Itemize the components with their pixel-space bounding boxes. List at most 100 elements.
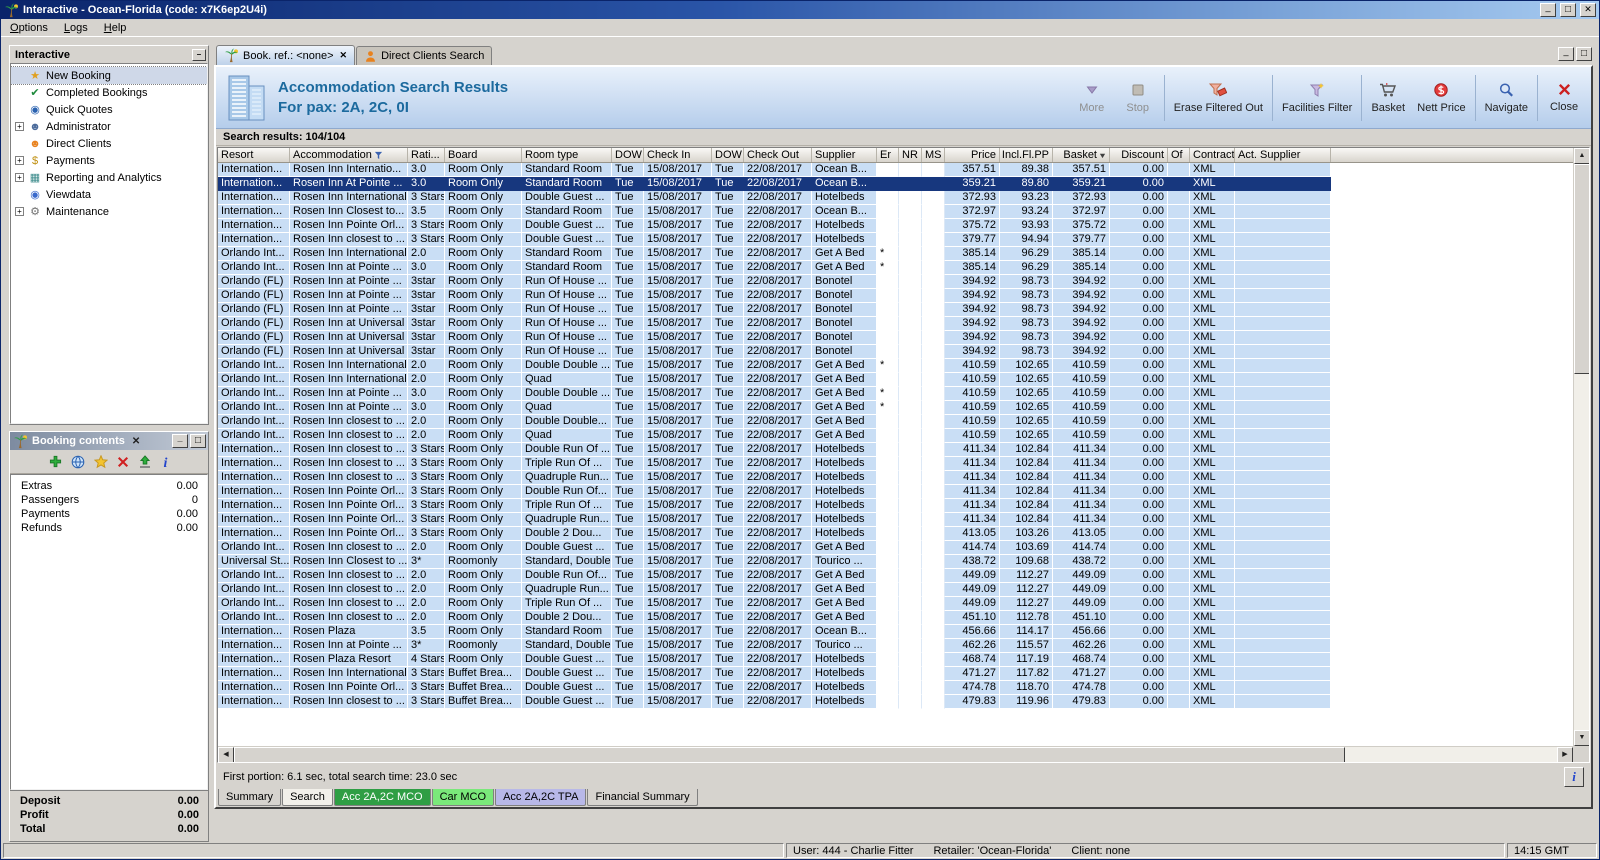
table-row[interactable]: Internation... Rosen Inn closest to ... 3 … <box>218 471 1573 485</box>
menu-help[interactable]: Help <box>96 20 135 36</box>
sort-arrow-icon[interactable] <box>1099 152 1106 159</box>
expand-plus-icon[interactable]: + <box>15 173 24 182</box>
column-header-price[interactable]: Price <box>945 148 1000 162</box>
menu-logs[interactable]: Logs <box>56 20 96 36</box>
table-row[interactable]: Internation... Rosen Inn closest to ... 3 … <box>218 695 1573 709</box>
sidebar-item-administrator[interactable]: + ☻ Administrator <box>11 118 207 135</box>
tab-close-icon[interactable]: ✕ <box>338 50 348 61</box>
table-row[interactable]: Orlando (FL) Rosen Inn at Pointe ... 3star… <box>218 289 1573 303</box>
column-header-nr[interactable]: NR <box>899 148 922 162</box>
mdi-restore-icon[interactable] <box>1576 47 1592 61</box>
table-row[interactable]: Orlando (FL) Rosen Inn at Universal 3star R… <box>218 331 1573 345</box>
bottom-tab-car-mco[interactable]: Car MCO <box>431 789 495 806</box>
info-icon[interactable]: i <box>161 455 170 469</box>
bottom-tab-search[interactable]: Search <box>282 789 333 806</box>
scroll-right-icon[interactable]: ▶ <box>1557 747 1573 762</box>
horizontal-scrollbar[interactable]: ◀ ▶ <box>218 746 1573 762</box>
toolbar-button-navigate[interactable]: Navigate <box>1479 71 1534 125</box>
vertical-scrollbar[interactable]: ▲ ▼ <box>1573 148 1589 746</box>
table-row[interactable]: Internation... Rosen Inn International 3 S… <box>218 667 1573 681</box>
sidebar-item-completed-bookings[interactable]: ✔ Completed Bookings <box>11 84 207 101</box>
toolbar-button-basket[interactable]: Basket <box>1365 71 1411 125</box>
table-row[interactable]: Internation... Rosen Inn closest to ... 3 … <box>218 457 1573 471</box>
table-row[interactable]: Orlando Int... Rosen Inn at Pointe ... 3.0… <box>218 387 1573 401</box>
table-row[interactable]: Internation... Rosen Inn Pointe Orl... 3 S… <box>218 681 1573 695</box>
toolbar-button-nett-price[interactable]: Nett Price <box>1411 71 1471 125</box>
bottom-tab-acc-2a-2c-tpa[interactable]: Acc 2A,2C TPA <box>495 789 587 806</box>
table-row[interactable]: Orlando Int... Rosen Inn at Pointe ... 3.0… <box>218 401 1573 415</box>
column-header-rating[interactable]: Rati... <box>408 148 445 162</box>
scroll-up-icon[interactable]: ▲ <box>1574 148 1589 164</box>
table-row[interactable]: Internation... Rosen Inn At Pointe ... 3.0… <box>218 177 1573 191</box>
table-row[interactable]: Orlando Int... Rosen Inn International 2.0… <box>218 247 1573 261</box>
table-row[interactable]: Orlando Int... Rosen Inn International 2.0… <box>218 359 1573 373</box>
expand-plus-icon[interactable]: + <box>15 122 24 131</box>
column-header-supplier[interactable]: Supplier <box>812 148 877 162</box>
minimize-icon[interactable] <box>1540 3 1556 17</box>
table-row[interactable]: Orlando Int... Rosen Inn at Pointe ... 3.0… <box>218 261 1573 275</box>
column-header-dow_out[interactable]: DOW <box>712 148 744 162</box>
extras-icon[interactable] <box>93 454 108 469</box>
table-row[interactable]: Orlando Int... Rosen Inn closest to ... 2.… <box>218 569 1573 583</box>
expand-plus-icon[interactable]: + <box>15 156 24 165</box>
table-row[interactable]: Orlando (FL) Rosen Inn at Pointe ... 3star… <box>218 303 1573 317</box>
column-header-board[interactable]: Board <box>445 148 522 162</box>
bottom-tab-acc-2a-2c-mco[interactable]: Acc 2A,2C MCO <box>333 789 431 806</box>
table-row[interactable]: Orlando Int... Rosen Inn closest to ... 2.… <box>218 541 1573 555</box>
sidebar-item-reporting-and-analytics[interactable]: + ▦ Reporting and Analytics <box>11 169 207 186</box>
table-row[interactable]: Internation... Rosen Inn Pointe Orl... 3 S… <box>218 513 1573 527</box>
scroll-left-icon[interactable]: ◀ <box>218 747 234 762</box>
tab-book-ref-none[interactable]: Book. ref.: <none> ✕ <box>216 45 356 65</box>
column-header-dow_in[interactable]: DOW <box>612 148 644 162</box>
sidebar-item-maintenance[interactable]: + ⚙ Maintenance <box>11 203 207 220</box>
table-row[interactable]: Orlando Int... Rosen Inn closest to ... 2.… <box>218 597 1573 611</box>
table-row[interactable]: Orlando Int... Rosen Inn International 2.0… <box>218 373 1573 387</box>
table-row[interactable]: Internation... Rosen Plaza Resort 4 Stars R… <box>218 653 1573 667</box>
column-header-act_supplier[interactable]: Act. Supplier <box>1235 148 1331 162</box>
maximize-icon[interactable] <box>1560 3 1576 17</box>
table-row[interactable]: Orlando (FL) Rosen Inn at Universal 3star R… <box>218 345 1573 359</box>
close-icon[interactable] <box>1580 3 1596 17</box>
table-row[interactable]: Orlando Int... Rosen Inn closest to ... 2.… <box>218 583 1573 597</box>
column-header-resort[interactable]: Resort <box>218 148 290 162</box>
menu-options[interactable]: Options <box>2 20 56 36</box>
bottom-tab-summary[interactable]: Summary <box>218 789 282 806</box>
toolbar-button-erase-filtered-out[interactable]: Erase Filtered Out <box>1168 71 1269 125</box>
column-header-room_type[interactable]: Room type <box>522 148 612 162</box>
table-row[interactable]: Internation... Rosen Inn Internatio... 3.0… <box>218 163 1573 177</box>
column-header-check_out[interactable]: Check Out <box>744 148 812 162</box>
booking-maximize-icon[interactable] <box>190 434 206 448</box>
scroll-down-icon[interactable]: ▼ <box>1574 730 1589 746</box>
mdi-minimize-icon[interactable] <box>1558 47 1574 61</box>
bottom-tab-financial-summary[interactable]: Financial Summary <box>587 789 698 806</box>
expand-plus-icon[interactable]: + <box>15 207 24 216</box>
table-row[interactable]: Orlando Int... Rosen Inn closest to ... 2.… <box>218 415 1573 429</box>
delete-icon[interactable] <box>117 456 129 468</box>
sidebar-item-direct-clients[interactable]: ☻ Direct Clients <box>11 135 207 152</box>
sidebar-item-viewdata[interactable]: ◉ Viewdata <box>11 186 207 203</box>
table-row[interactable]: Internation... Rosen Inn at Pointe ... 3* R… <box>218 639 1573 653</box>
table-row[interactable]: Orlando (FL) Rosen Inn at Pointe ... 3star… <box>218 275 1573 289</box>
globe-icon[interactable] <box>71 455 85 469</box>
horizontal-scroll-thumb[interactable] <box>234 747 1346 762</box>
info-button[interactable]: i <box>1564 766 1584 787</box>
table-row[interactable]: Internation... Rosen Inn International 3 S… <box>218 191 1573 205</box>
column-header-contract[interactable]: Contract <box>1190 148 1235 162</box>
table-row[interactable]: Internation... Rosen Plaza 3.5 Room Only Sta… <box>218 625 1573 639</box>
column-header-of[interactable]: Of <box>1168 148 1190 162</box>
table-row[interactable]: Internation... Rosen Inn closest to ... 3 … <box>218 233 1573 247</box>
column-header-accommodation[interactable]: Accommodation <box>290 148 408 162</box>
column-header-discount[interactable]: Discount <box>1110 148 1168 162</box>
table-row[interactable]: Internation... Rosen Inn Pointe Orl... 3 S… <box>218 219 1573 233</box>
column-header-incl_fl_pp[interactable]: Incl.Fl.PP <box>1000 148 1053 162</box>
add-icon[interactable] <box>49 455 62 468</box>
table-row[interactable]: Orlando Int... Rosen Inn closest to ... 2.… <box>218 611 1573 625</box>
table-row[interactable]: Internation... Rosen Inn Pointe Orl... 3 S… <box>218 527 1573 541</box>
tab-direct-clients-search[interactable]: Direct Clients Search <box>356 46 493 65</box>
column-header-basket[interactable]: Basket <box>1053 148 1110 162</box>
column-header-check_in[interactable]: Check In <box>644 148 712 162</box>
sidebar-item-payments[interactable]: + $ Payments <box>11 152 207 169</box>
table-row[interactable]: Internation... Rosen Inn Closest to... 3.5… <box>218 205 1573 219</box>
filter-funnel-icon[interactable] <box>374 151 383 160</box>
table-row[interactable]: Orlando Int... Rosen Inn closest to ... 2.… <box>218 429 1573 443</box>
